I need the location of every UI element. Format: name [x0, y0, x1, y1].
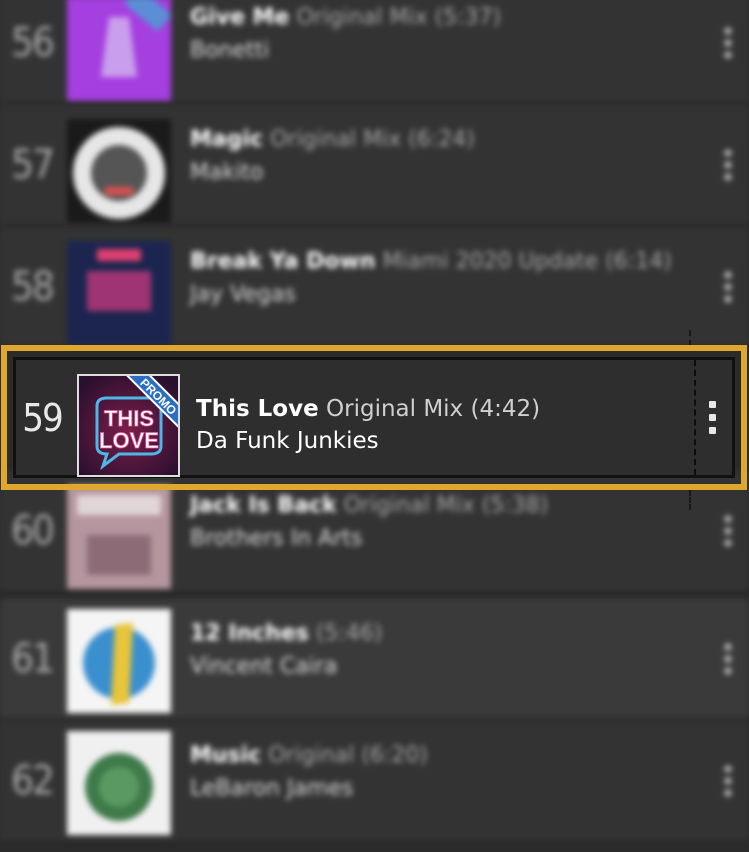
more-vertical-icon[interactable] [725, 0, 731, 103]
track-artist: Da Funk Junkies [196, 428, 379, 454]
track-mix: Original (6:20) [268, 743, 428, 768]
track-rank: 62 [11, 758, 55, 804]
album-art [67, 119, 171, 223]
track-row-56[interactable]: 56 Give Me Original Mix (5:37) Bonetti [0, 0, 749, 104]
artwork-text-love: LOVE [99, 428, 159, 453]
track-row-59[interactable]: 59 THIS LOVE PROMO This Love Original Mi… [13, 357, 735, 478]
track-rank: 57 [11, 142, 55, 188]
album-art [67, 241, 171, 345]
track-info: 12 Inches (5:46) Vincent Caira [190, 621, 669, 679]
track-artist: LeBaron James [190, 776, 354, 801]
track-mix: Original Mix (4:42) [326, 396, 541, 422]
track-info: Break Ya Down Miami 2020 Update (6:14) J… [190, 249, 672, 307]
track-mix: Original Mix (6:24) [270, 127, 475, 152]
track-row-62[interactable]: 62 Music Original (6:20) LeBaron James [0, 721, 749, 842]
track-rank: 58 [11, 264, 55, 310]
track-artist: Makito [190, 160, 264, 185]
highlighted-track: 59 THIS LOVE PROMO This Love Original Mi… [1, 345, 747, 490]
track-info: Magic Original Mix (6:24) Makito [190, 127, 669, 185]
track-artist: Bonetti [190, 38, 270, 63]
track-title: This Love [196, 396, 319, 422]
track-row-57[interactable]: 57 Magic Original Mix (6:24) Makito [0, 105, 749, 226]
more-vertical-icon[interactable] [709, 360, 716, 475]
more-vertical-icon[interactable] [725, 105, 731, 225]
track-artist: Jay Vegas [190, 282, 296, 307]
track-artist: Brothers In Arts [190, 526, 363, 551]
track-info: This Love Original Mix (4:42) Da Funk Ju… [196, 396, 652, 454]
track-mix: Miami 2020 Update (6:14) [382, 249, 672, 274]
album-art [67, 0, 171, 101]
track-info: Jack Is Back Original Mix (5:38) Brother… [190, 493, 669, 551]
track-title: Jack Is Back [190, 493, 337, 518]
more-vertical-icon[interactable] [725, 227, 731, 347]
track-info: Music Original (6:20) LeBaron James [190, 743, 669, 801]
track-rank: 61 [11, 636, 55, 682]
track-row-58[interactable]: 58 Break Ya Down Miami 2020 Update (6:14… [0, 227, 749, 348]
track-row-61[interactable]: 61 12 Inches (5:46) Vincent Caira [0, 599, 749, 720]
track-title: Break Ya Down [190, 249, 376, 274]
track-mix: Original Mix (5:38) [343, 493, 549, 518]
more-vertical-icon[interactable] [725, 721, 731, 841]
track-title: 12 Inches [190, 621, 309, 646]
track-title: Magic [190, 127, 264, 152]
track-title: Music [190, 743, 262, 768]
album-art [67, 485, 171, 589]
track-title: Give Me [190, 5, 290, 30]
album-art [67, 609, 171, 713]
track-mix: (5:46) [315, 621, 383, 646]
track-mix: Original Mix (5:37) [296, 5, 502, 30]
track-rank: 59 [22, 395, 64, 440]
track-rank: 56 [11, 20, 55, 66]
track-info: Give Me Original Mix (5:37) Bonetti [190, 5, 669, 63]
track-artist: Vincent Caira [190, 654, 338, 679]
album-art: THIS LOVE PROMO [77, 374, 180, 477]
more-vertical-icon[interactable] [725, 599, 731, 719]
album-art [67, 731, 171, 835]
